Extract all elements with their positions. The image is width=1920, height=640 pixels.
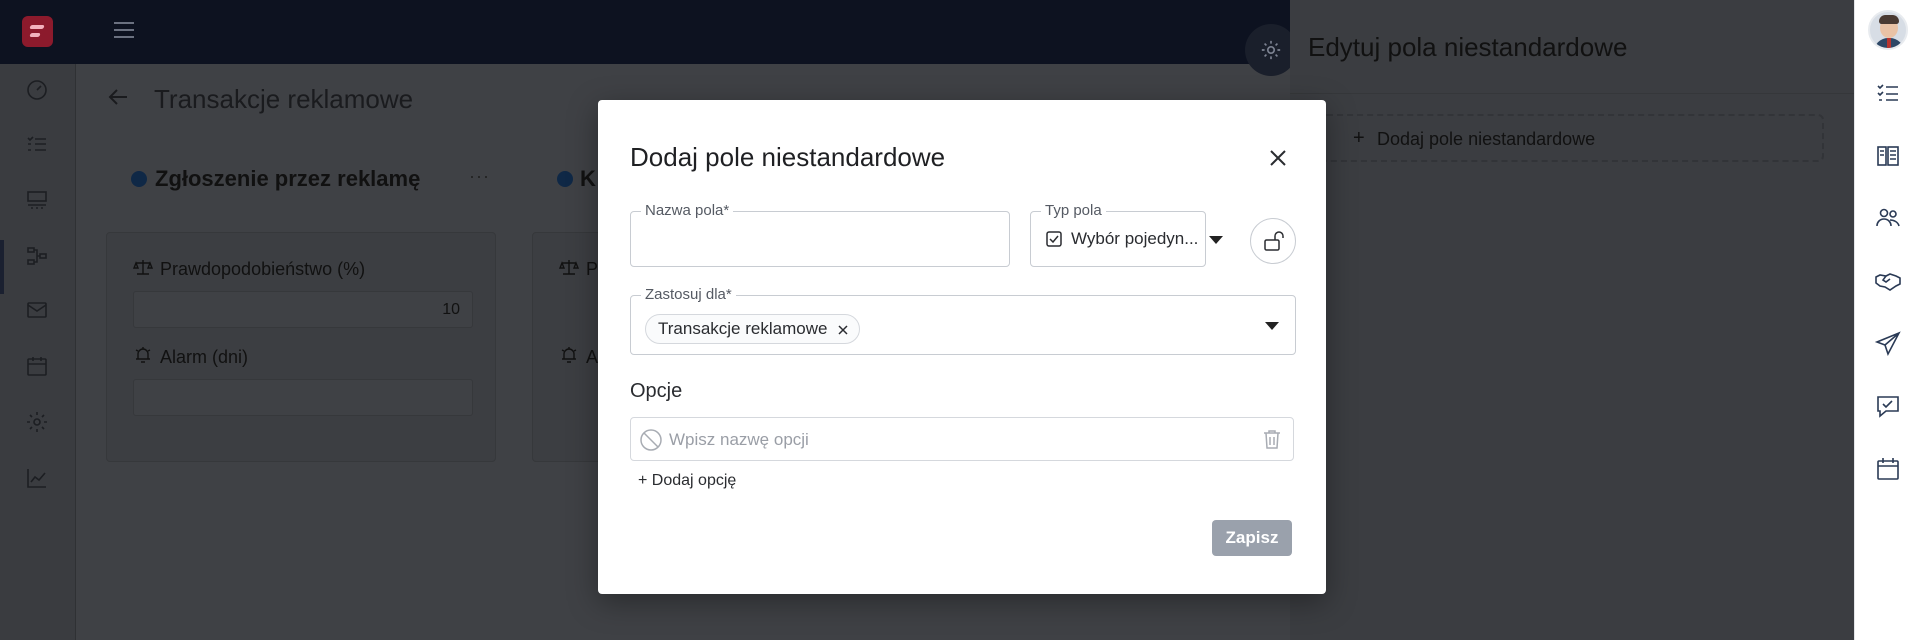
settings-icon[interactable] [25, 410, 49, 434]
back-arrow-icon[interactable] [105, 84, 131, 110]
close-icon[interactable] [1264, 144, 1292, 172]
menu-icon[interactable] [114, 22, 134, 38]
checkbox-icon [1045, 230, 1063, 248]
option-row [630, 417, 1294, 461]
dialog-title: Dodaj pole niestandardowe [630, 142, 946, 172]
status-dot [557, 171, 573, 187]
ban-icon [639, 428, 663, 452]
flow-icon[interactable] [25, 244, 49, 268]
add-custom-field-label: Dodaj pole niestandardowe [1377, 129, 1596, 149]
apply-to-label: Zastosuj dla* [641, 286, 736, 303]
alarm-field[interactable] [133, 379, 473, 416]
lock-toggle-button[interactable] [1250, 218, 1296, 264]
options-heading: Opcje [630, 380, 683, 402]
field-label: Prawdopodobieństwo (%) [160, 259, 366, 279]
board-icon[interactable] [25, 188, 49, 212]
app-logo[interactable] [22, 16, 53, 47]
probability-field[interactable]: 10 [133, 291, 473, 328]
stage-card: Prawdopodobieństwo (%) 10 Alarm (dni) [106, 232, 496, 462]
left-navigation [0, 64, 76, 640]
field-type-label: Typ pola [1041, 202, 1106, 219]
alarm-icon [133, 345, 153, 365]
field-name-label: Nazwa pola* [641, 202, 734, 219]
calendar-icon[interactable] [1874, 455, 1902, 483]
add-custom-field-button[interactable]: + Dodaj pole niestandardowe [1321, 114, 1824, 162]
nav-active-indicator [0, 240, 4, 294]
field-name-input-wrapper: Nazwa pola* [630, 202, 1010, 267]
field-label: Alarm (dni) [160, 347, 249, 367]
field-type-value: Wybór pojedyn... [1071, 229, 1199, 248]
add-option-link[interactable]: + Dodaj opcję [638, 472, 736, 490]
scale-icon [558, 257, 580, 277]
handshake-icon[interactable] [1874, 267, 1902, 295]
probability-value: 10 [442, 301, 460, 318]
plus-icon: + [1353, 127, 1365, 149]
panel-header: Edytuj pola niestandardowe [1290, 0, 1854, 94]
calendar-icon[interactable] [25, 354, 49, 378]
scale-icon [132, 257, 154, 277]
field-type-select[interactable]: Typ pola Wybór pojedyn... [1030, 202, 1223, 267]
edit-custom-fields-panel: Edytuj pola niestandardowe + Dodaj pole … [1290, 0, 1854, 640]
documents-icon[interactable] [1874, 142, 1902, 170]
more-options-icon[interactable]: ··· [469, 166, 490, 187]
field-label: A [586, 347, 599, 367]
trash-icon[interactable] [1261, 428, 1283, 450]
send-icon[interactable] [1874, 330, 1902, 358]
task-icon[interactable] [1874, 392, 1902, 420]
status-dot [131, 171, 147, 187]
checklist-icon[interactable] [1874, 79, 1902, 107]
avatar[interactable] [1868, 10, 1908, 50]
chevron-down-icon [1265, 322, 1279, 330]
right-icon-rail [1854, 0, 1920, 640]
remove-chip-icon[interactable] [837, 323, 849, 335]
panel-title: Edytuj pola niestandardowe [1308, 32, 1628, 62]
option-name-input[interactable] [669, 430, 1229, 450]
gear-icon [1261, 40, 1281, 60]
selected-chip: Transakcje reklamowe [645, 314, 861, 344]
save-button[interactable]: Zapisz [1212, 520, 1292, 556]
column-title: Zgłoszenie przez reklamę [155, 166, 421, 191]
field-label: P [586, 259, 599, 279]
page-title: Transakcje reklamowe [154, 84, 414, 114]
add-custom-field-dialog: Dodaj pole niestandardowe Nazwa pola* Ty… [598, 100, 1326, 594]
unlock-icon [1264, 231, 1284, 251]
dashboard-icon[interactable] [25, 78, 49, 102]
checklist-icon[interactable] [25, 132, 49, 156]
column-title: K [580, 166, 596, 191]
apply-to-select[interactable]: Zastosuj dla* Transakcje reklamowe [630, 286, 1296, 355]
alarm-icon [559, 345, 579, 365]
chip-label: Transakcje reklamowe [658, 319, 828, 338]
contacts-icon[interactable] [1874, 204, 1902, 232]
top-bar [0, 0, 1290, 64]
mail-icon[interactable] [25, 298, 49, 322]
chart-icon[interactable] [25, 466, 49, 490]
field-name-input[interactable] [643, 226, 983, 246]
chevron-down-icon [1209, 236, 1223, 244]
